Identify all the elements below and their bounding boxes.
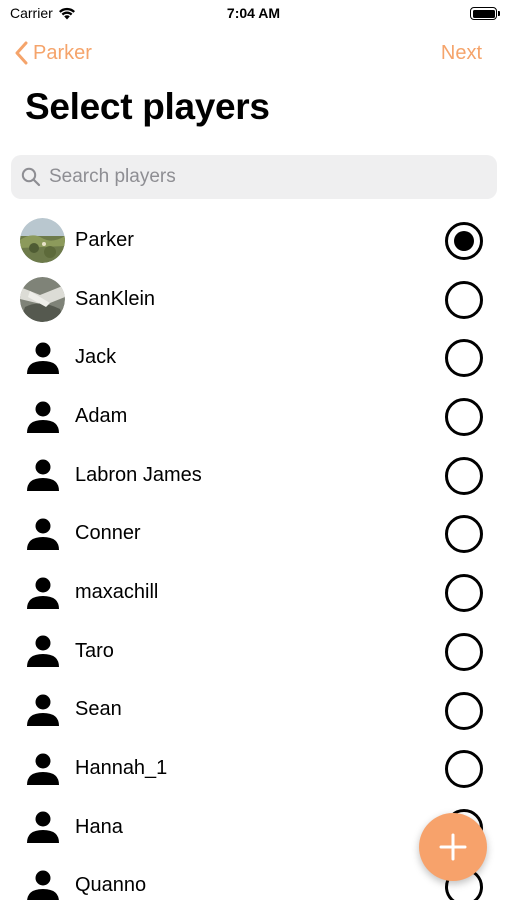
player-name: maxachill bbox=[75, 580, 159, 603]
player-select-radio[interactable] bbox=[445, 339, 483, 378]
player-select-radio[interactable] bbox=[445, 456, 483, 495]
player-select-radio[interactable] bbox=[445, 222, 483, 260]
player-row[interactable]: SanKlein bbox=[0, 270, 507, 329]
avatar bbox=[20, 864, 65, 900]
player-select-radio[interactable] bbox=[445, 632, 483, 671]
plus-icon bbox=[439, 833, 467, 861]
player-select-radio[interactable] bbox=[445, 574, 483, 613]
person-icon bbox=[26, 870, 59, 900]
player-name: Quanno bbox=[75, 874, 147, 897]
player-row[interactable]: Conner bbox=[0, 504, 507, 563]
avatar bbox=[20, 629, 65, 674]
player-name: Jack bbox=[75, 346, 117, 369]
avatar-photo bbox=[20, 218, 65, 263]
avatar bbox=[20, 688, 65, 733]
radio-selected-dot bbox=[454, 231, 474, 251]
person-icon bbox=[26, 694, 59, 726]
player-list: Parker SanKlein Jack Adam Labron James C… bbox=[0, 211, 507, 900]
chevron-left-icon bbox=[15, 41, 28, 65]
player-select-radio[interactable] bbox=[445, 280, 483, 319]
avatar bbox=[20, 335, 65, 380]
person-icon bbox=[26, 342, 59, 374]
avatar-photo bbox=[20, 276, 65, 322]
next-button-label: Next bbox=[440, 41, 482, 64]
search-input[interactable] bbox=[49, 166, 469, 188]
add-player-button[interactable] bbox=[419, 813, 487, 881]
player-row[interactable]: Parker bbox=[0, 211, 507, 270]
person-icon bbox=[26, 577, 59, 609]
avatar bbox=[20, 746, 65, 791]
player-name: SanKlein bbox=[75, 287, 156, 310]
person-icon bbox=[26, 401, 59, 433]
player-row[interactable]: Labron James bbox=[0, 446, 507, 505]
page-title: Select players bbox=[25, 86, 270, 127]
player-name: Conner bbox=[75, 522, 141, 545]
avatar bbox=[20, 218, 65, 263]
avatar bbox=[20, 570, 65, 615]
back-button-label: Parker bbox=[33, 41, 92, 64]
player-row[interactable]: Adam bbox=[0, 387, 507, 446]
status-time: 7:04 AM bbox=[226, 5, 281, 21]
player-row[interactable]: Taro bbox=[0, 622, 507, 681]
player-row[interactable]: Sean bbox=[0, 681, 507, 740]
player-row[interactable]: Hannah_1 bbox=[0, 739, 507, 798]
battery-icon bbox=[470, 7, 500, 20]
person-icon bbox=[26, 635, 59, 668]
player-select-radio[interactable] bbox=[445, 750, 483, 789]
avatar bbox=[20, 805, 65, 850]
player-name: Labron James bbox=[75, 463, 202, 486]
person-icon bbox=[26, 811, 59, 844]
status-bar: Carrier 7:04 AM bbox=[0, 0, 507, 28]
search-icon bbox=[21, 167, 41, 187]
player-name: Adam bbox=[75, 404, 128, 427]
avatar bbox=[20, 394, 65, 439]
player-row[interactable]: Jack bbox=[0, 328, 507, 387]
player-select-radio[interactable] bbox=[445, 515, 483, 554]
person-icon bbox=[26, 518, 59, 550]
player-select-radio[interactable] bbox=[445, 398, 483, 437]
avatar bbox=[20, 511, 65, 556]
player-select-radio[interactable] bbox=[445, 691, 483, 730]
back-button[interactable]: Parker bbox=[15, 38, 92, 68]
player-row[interactable]: maxachill bbox=[0, 563, 507, 622]
player-name: Taro bbox=[75, 639, 114, 662]
player-name: Hana bbox=[75, 815, 123, 838]
avatar bbox=[20, 276, 65, 322]
person-icon bbox=[26, 753, 59, 785]
player-name: Hannah_1 bbox=[75, 757, 168, 780]
person-icon bbox=[26, 459, 59, 492]
search-bar[interactable] bbox=[11, 155, 497, 199]
player-name: Sean bbox=[75, 698, 122, 721]
avatar bbox=[20, 453, 65, 498]
player-name: Parker bbox=[75, 228, 134, 251]
next-button[interactable]: Next bbox=[441, 38, 482, 68]
